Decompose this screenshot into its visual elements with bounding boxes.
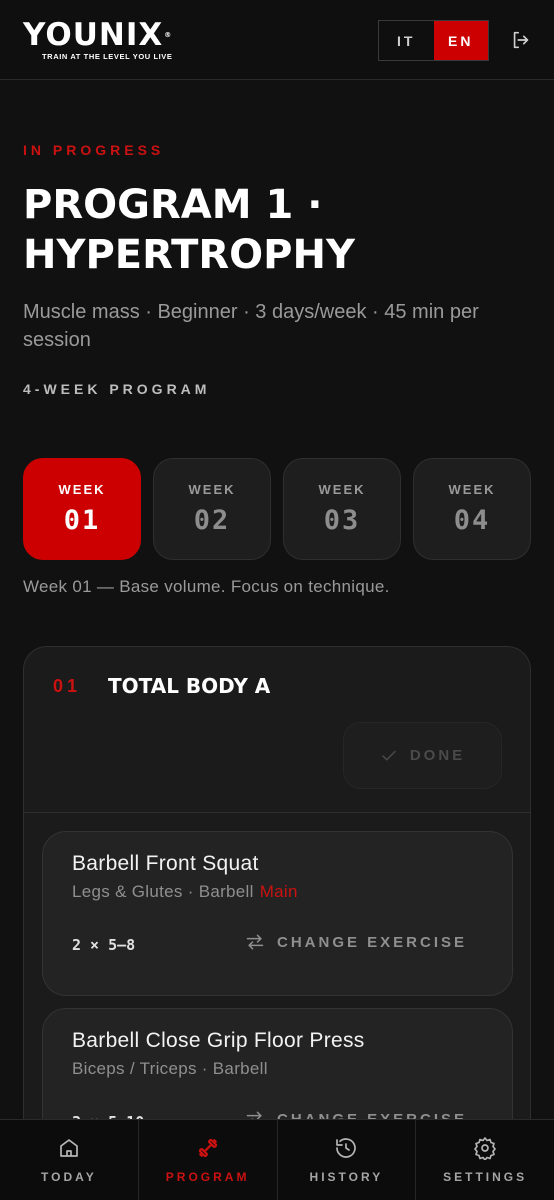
nav-label: SETTINGS (443, 1170, 528, 1184)
week-tab-01[interactable]: WEEK 01 (23, 458, 141, 560)
week-tab-number: 03 (323, 505, 361, 536)
workout-title: TOTAL BODY A (108, 674, 271, 698)
logout-icon[interactable] (510, 29, 532, 51)
swap-icon (246, 934, 264, 950)
workout-number: 01 (53, 676, 82, 696)
week-description: Week 01 — Base volume. Focus on techniqu… (23, 577, 390, 596)
program-length: 4-WEEK PROGRAM (23, 381, 211, 397)
nav-history[interactable]: HISTORY (278, 1120, 417, 1200)
workout-header: 01 TOTAL BODY A DONE (24, 647, 530, 813)
change-exercise-label: CHANGE EXERCISE (277, 933, 468, 951)
week-tab-number: 01 (63, 505, 101, 536)
exercise-name: Barbell Close Grip Floor Press (72, 1029, 365, 1052)
gear-icon (474, 1137, 496, 1160)
brand-name: YOUNIX (23, 17, 164, 53)
program-status: IN PROGRESS (23, 142, 165, 158)
home-icon (60, 1139, 78, 1157)
done-button[interactable]: DONE (343, 722, 502, 789)
week-tab-label: WEEK (188, 482, 236, 497)
week-tab-label: WEEK (448, 482, 496, 497)
exercise-meta: Biceps / Triceps · Barbell (72, 1059, 274, 1079)
bottom-nav: TODAY PROGRAM HISTORY SETTINGS (0, 1119, 554, 1200)
nav-label: PROGRAM (165, 1170, 250, 1184)
week-tab-label: WEEK (58, 482, 106, 497)
app-screen: YOUNIX® TRAIN AT THE LEVEL YOU LIVE IT E… (0, 0, 554, 1200)
language-switcher: IT EN (378, 20, 489, 61)
history-icon (336, 1138, 357, 1158)
exercise-category: Biceps / Triceps · Barbell (72, 1059, 268, 1078)
page-title: PROGRAM 1 · HYPERTROPHY (23, 182, 355, 278)
lang-en-button[interactable]: EN (433, 21, 488, 60)
exercise-name: Barbell Front Squat (72, 852, 259, 875)
nav-settings[interactable]: SETTINGS (416, 1120, 554, 1200)
program-details: Muscle mass · Beginner · 3 days/week · 4… (23, 301, 479, 351)
done-label: DONE (409, 747, 466, 764)
brand-logo[interactable]: YOUNIX® TRAIN AT THE LEVEL YOU LIVE (23, 17, 173, 62)
nav-label: HISTORY (309, 1170, 384, 1184)
week-tab-02[interactable]: WEEK 02 (153, 458, 271, 560)
dumbbell-icon (198, 1138, 217, 1158)
exercise-sets: 2 × 5–8 (72, 936, 136, 954)
week-tab-03[interactable]: WEEK 03 (283, 458, 401, 560)
change-exercise-button[interactable]: CHANGE EXERCISE (245, 932, 467, 952)
exercise-card[interactable]: Barbell Front Squat Legs & Glutes · Barb… (42, 831, 513, 996)
nav-today[interactable]: TODAY (0, 1120, 139, 1200)
lang-it-button[interactable]: IT (379, 21, 434, 60)
brand-tagline: TRAIN AT THE LEVEL YOU LIVE (42, 52, 173, 61)
week-tab-number: 04 (453, 505, 491, 536)
workout-card: 01 TOTAL BODY A DONE Barbell Front Squat… (23, 646, 531, 1200)
exercise-meta: Legs & Glutes · Barbell Main (72, 882, 298, 902)
check-icon (382, 750, 396, 760)
nav-program[interactable]: PROGRAM (139, 1120, 278, 1200)
nav-label: TODAY (41, 1170, 97, 1184)
registered-mark: ® (164, 31, 173, 39)
week-tab-04[interactable]: WEEK 04 (413, 458, 531, 560)
week-selector: WEEK 01 WEEK 02 WEEK 03 WEEK 04 (23, 458, 531, 560)
exercise-category: Legs & Glutes · Barbell (72, 882, 254, 901)
exercise-tag: Main (259, 882, 298, 901)
week-tab-label: WEEK (318, 482, 366, 497)
top-bar: YOUNIX® TRAIN AT THE LEVEL YOU LIVE IT E… (0, 0, 554, 80)
week-tab-number: 02 (193, 505, 231, 536)
